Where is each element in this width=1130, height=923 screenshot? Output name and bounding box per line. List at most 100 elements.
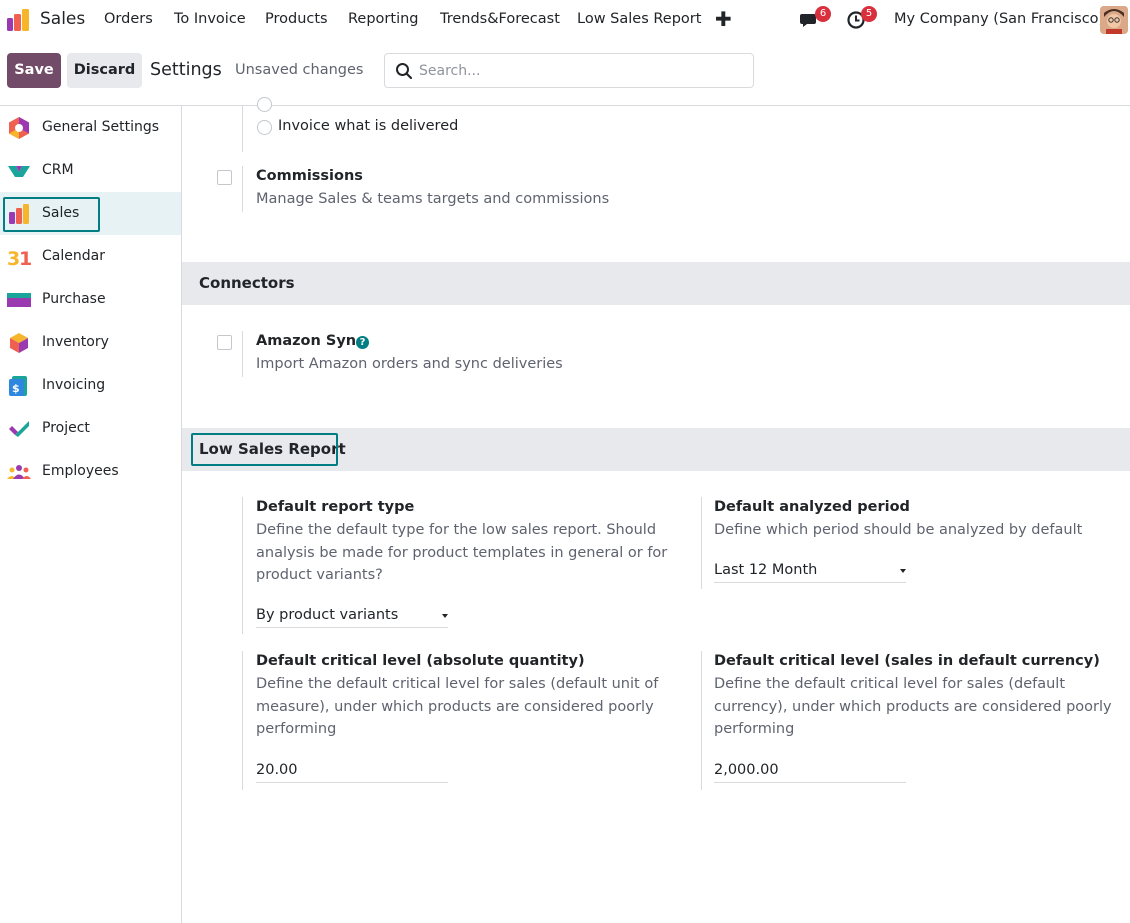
- page-title: Settings: [150, 60, 222, 80]
- amazon-sync-title: Amazon Sync: [256, 333, 365, 349]
- menu-trends-forecast[interactable]: Trends&Forecast: [440, 11, 560, 27]
- sidebar-item-label: Project: [42, 420, 90, 436]
- description-line: Define the default type for the low sale…: [256, 522, 657, 538]
- sidebar-item-label: General Settings: [42, 119, 160, 135]
- inventory-icon: [10, 333, 28, 353]
- commissions-description: Manage Sales & teams targets and commiss…: [256, 191, 610, 207]
- critical-currency-description: Define the default critical level for sa…: [714, 673, 1112, 741]
- setting-divider: [701, 651, 702, 790]
- discard-button[interactable]: Discard: [67, 53, 142, 88]
- menu-reporting[interactable]: Reporting: [348, 11, 419, 27]
- activities-badge: 5: [861, 6, 877, 22]
- sidebar-focus-ring: [3, 197, 100, 232]
- low-sales-report-section-header: Low Sales Report: [182, 428, 1130, 471]
- search-box[interactable]: [384, 53, 754, 88]
- employees-icon: [7, 465, 31, 479]
- critical-qty-input[interactable]: 20.00: [256, 759, 448, 783]
- sidebar-item-crm[interactable]: CRM: [0, 149, 181, 192]
- setting-divider: [701, 497, 702, 589]
- sidebar-item-label: Invoicing: [42, 377, 106, 393]
- project-icon: [9, 421, 29, 437]
- invoice-ordered-radio[interactable]: [257, 97, 272, 112]
- menu-low-sales-report[interactable]: Low Sales Report: [577, 11, 701, 27]
- chevron-down-icon: [442, 614, 448, 618]
- description-line: Define the default critical level for sa…: [714, 676, 1066, 692]
- search-input[interactable]: [419, 54, 739, 87]
- critical-qty-description: Define the default critical level for sa…: [256, 673, 658, 741]
- connectors-section-header: Connectors: [182, 262, 1130, 305]
- setting-divider: [242, 166, 243, 212]
- menu-orders[interactable]: Orders: [104, 11, 153, 27]
- description-line: currency), under which products are cons…: [714, 698, 1112, 715]
- user-avatar[interactable]: [1100, 6, 1128, 34]
- sidebar-item-label: CRM: [42, 162, 74, 178]
- sidebar-item-inventory[interactable]: Inventory: [0, 321, 181, 364]
- settings-sidebar: General Settings CRM Sales 3 1 Calendar …: [0, 106, 182, 923]
- report-type-value: By product variants: [256, 607, 399, 623]
- unsaved-status: Unsaved changes: [235, 62, 364, 78]
- purchase-icon: [7, 293, 31, 307]
- description-line: performing: [256, 721, 337, 737]
- analyzed-period-value: Last 12 Month: [714, 562, 818, 578]
- sidebar-item-project[interactable]: Project: [0, 407, 181, 450]
- amazon-sync-checkbox[interactable]: [217, 335, 232, 350]
- description-line: performing: [714, 721, 795, 737]
- commissions-checkbox[interactable]: [217, 170, 232, 185]
- description-line: Define the default critical level for sa…: [256, 676, 659, 692]
- sidebar-item-general-settings[interactable]: General Settings: [0, 106, 181, 149]
- menu-products[interactable]: Products: [265, 11, 328, 27]
- sales-app-icon[interactable]: [6, 8, 30, 32]
- sidebar-item-label: Inventory: [42, 334, 109, 350]
- critical-currency-title: Default critical level (sales in default…: [714, 653, 1100, 669]
- description-line: Define which period should be analyzed b…: [714, 522, 1083, 538]
- analyzed-period-select[interactable]: Last 12 Month: [714, 559, 906, 583]
- app-name[interactable]: Sales: [40, 9, 85, 29]
- description-line: measure), under which products are consi…: [256, 698, 654, 715]
- company-switcher[interactable]: My Company (San Francisco): [894, 11, 1104, 27]
- sidebar-item-label: Purchase: [42, 291, 106, 307]
- invoicing-icon: $: [9, 376, 27, 396]
- general-settings-icon: [9, 117, 29, 139]
- critical-qty-value: 20.00: [256, 762, 298, 778]
- sidebar-item-label: Calendar: [42, 248, 105, 264]
- critical-currency-input[interactable]: 2,000.00: [714, 759, 906, 783]
- report-type-select[interactable]: By product variants: [256, 604, 448, 628]
- invoice-delivered-radio[interactable]: [257, 120, 272, 135]
- section-focus-ring: [191, 433, 338, 466]
- plus-icon[interactable]: ✚: [715, 7, 732, 31]
- setting-divider: [242, 651, 243, 790]
- search-icon: [396, 63, 413, 80]
- analyzed-period-title: Default analyzed period: [714, 499, 910, 515]
- invoice-delivered-label[interactable]: Invoice what is delivered: [278, 118, 458, 134]
- commissions-title: Commissions: [256, 168, 363, 184]
- connectors-heading: Connectors: [199, 274, 295, 292]
- messages-badge: 6: [815, 6, 831, 22]
- critical-currency-value: 2,000.00: [714, 762, 779, 778]
- sidebar-item-label: Employees: [42, 463, 119, 479]
- chevron-down-icon: [900, 569, 906, 573]
- control-panel: Save Discard Settings Unsaved changes: [0, 40, 1130, 106]
- svg-text:$: $: [12, 382, 20, 395]
- sidebar-item-employees[interactable]: Employees: [0, 450, 181, 493]
- sidebar-item-purchase[interactable]: Purchase: [0, 278, 181, 321]
- menu-to-invoice[interactable]: To Invoice: [174, 11, 246, 27]
- sidebar-item-invoicing[interactable]: $ Invoicing: [0, 364, 181, 407]
- top-navbar: Sales Orders To Invoice Products Reporti…: [0, 0, 1130, 40]
- setting-divider: [242, 497, 243, 634]
- calendar-icon: 3 1: [7, 248, 31, 269]
- report-type-title: Default report type: [256, 499, 415, 515]
- critical-qty-title: Default critical level (absolute quantit…: [256, 653, 585, 669]
- description-line: product variants?: [256, 567, 383, 583]
- report-type-description: Define the default type for the low sale…: [256, 519, 667, 587]
- description-line: analysis be made for product templates i…: [256, 544, 668, 561]
- analyzed-period-description: Define which period should be analyzed b…: [714, 519, 1082, 542]
- setting-divider: [242, 331, 243, 377]
- svg-text:1: 1: [19, 248, 31, 269]
- sidebar-item-calendar[interactable]: 3 1 Calendar: [0, 235, 181, 278]
- settings-content: Invoice what is delivered Commissions Ma…: [182, 97, 1130, 923]
- crm-icon: [8, 166, 30, 177]
- help-question-icon[interactable]: ?: [356, 336, 369, 349]
- setting-divider: [242, 106, 243, 152]
- save-button[interactable]: Save: [7, 53, 61, 88]
- amazon-sync-description: Import Amazon orders and sync deliveries: [256, 356, 563, 372]
